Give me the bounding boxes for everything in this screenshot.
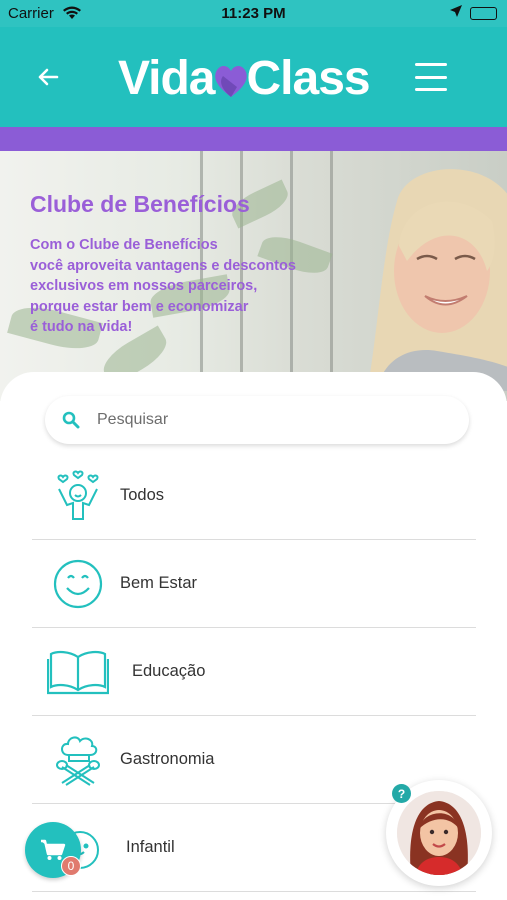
hero-text-line: Com o Clube de Benefícios <box>30 237 218 253</box>
category-label: Todos <box>120 486 165 504</box>
chef-hat-icon <box>32 730 120 790</box>
category-item-bem-estar[interactable]: Bem Estar <box>32 540 476 628</box>
search-bar[interactable] <box>45 396 469 444</box>
window-frame <box>330 151 333 401</box>
category-label: Infantil <box>126 838 175 856</box>
smiling-woman-photo <box>367 169 507 391</box>
search-icon <box>45 411 97 429</box>
help-badge: ? <box>392 784 411 803</box>
hero-title: Clube de Benefícios <box>30 191 250 217</box>
cart-count-badge: 0 <box>61 856 81 876</box>
hero-text-line: você aproveita vantagens e descontos <box>30 257 296 274</box>
clock: 11:23 PM <box>221 5 286 22</box>
header-accent-band <box>0 127 507 151</box>
assistant-avatar <box>397 791 481 875</box>
hero-banner: Clube de Benefícios Com o Clube de Benef… <box>0 151 507 401</box>
category-item-todos[interactable]: Todos <box>32 452 476 540</box>
menu-line-icon <box>415 75 447 79</box>
category-label: Educação <box>132 662 206 680</box>
menu-line-icon <box>415 88 447 91</box>
search-input[interactable] <box>97 411 417 429</box>
category-item-educacao[interactable]: Educação <box>32 628 476 716</box>
category-label: Bem Estar <box>120 574 198 592</box>
status-bar: Carrier 11:23 PM <box>0 0 507 27</box>
hero-text-line: é tudo na vida! <box>30 319 133 335</box>
back-arrow-icon <box>38 68 59 86</box>
battery-icon <box>470 7 497 20</box>
back-button[interactable] <box>30 59 66 95</box>
cart-icon <box>41 839 66 860</box>
celebrating-person-icon <box>32 466 120 526</box>
heart-logo-icon <box>211 58 251 98</box>
location-arrow-icon <box>449 4 463 22</box>
logo-text-vida: Vida <box>118 51 215 105</box>
category-label: Gastronomia <box>120 750 215 768</box>
menu-line-icon <box>415 63 447 66</box>
open-book-icon <box>32 642 120 702</box>
app-header: Vida Class <box>0 27 507 127</box>
hero-text-line: exclusivos em nossos parceiros, <box>30 278 258 294</box>
vidaclass-logo: Vida Class <box>118 49 371 107</box>
logo-text-class: Class <box>246 51 371 105</box>
hero-text-line: porque estar bem e economizar <box>30 298 249 315</box>
hamburger-menu-button[interactable] <box>415 63 447 91</box>
smiley-face-icon <box>32 554 120 614</box>
hero-description: Com o Clube de Benefícios você aproveita… <box>30 235 330 338</box>
